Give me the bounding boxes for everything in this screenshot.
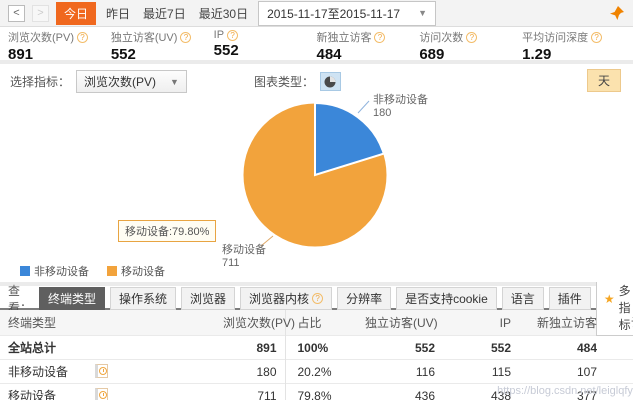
stat-ip: IP? 552 <box>214 29 317 60</box>
stat-label: 独立访客(UV) <box>111 29 178 45</box>
col-uv[interactable]: 独立访客(UV) <box>357 310 443 336</box>
stat-new-uv: 新独立访客? 484 <box>316 29 419 60</box>
callout-line-non-mobile <box>358 101 369 113</box>
tab-plugin[interactable]: 插件 <box>549 287 591 310</box>
chart-panel: 选择指标： 浏览次数(PV) ▼ 图表类型： 天 非移动设备 180 移动设备 … <box>0 64 633 282</box>
stat-label: 访问次数 <box>419 29 463 45</box>
table-row-total: 全站总计 891 100% 552 552 484 689 1.29 <box>0 336 633 360</box>
tab-terminal-type[interactable]: 终端类型 <box>39 287 105 310</box>
stat-value: 1.29 <box>522 46 625 63</box>
star-icon: ★ <box>604 292 615 306</box>
stat-label: 浏览次数(PV) <box>8 29 74 45</box>
stat-pv: 浏览次数(PV)? 891 <box>8 29 111 60</box>
row-name: 移动设备 <box>0 384 215 400</box>
pie-value-mobile: 711 <box>222 257 240 269</box>
next-date-button[interactable]: > <box>32 5 49 22</box>
tab-cookie-support[interactable]: 是否支持cookie <box>396 287 497 310</box>
stat-depth: 平均访问深度? 1.29 <box>522 29 625 60</box>
col-ip[interactable]: IP <box>443 310 519 336</box>
stat-value: 552 <box>111 46 214 63</box>
pin-icon[interactable] <box>609 5 625 21</box>
col-new-uv[interactable]: 新独立访客 <box>519 310 605 336</box>
legend-swatch-orange <box>107 266 117 276</box>
pie-label-mobile: 移动设备 <box>222 242 266 256</box>
analytics-dashboard: { "date_bar": { "prev_label": "<", "next… <box>0 0 633 400</box>
dimension-tabs: 查看： 终端类型 操作系统 浏览器 浏览器内核? 分辨率 是否支持cookie … <box>0 286 633 310</box>
chevron-down-icon: ▼ <box>418 8 427 18</box>
stat-label: IP <box>214 29 224 41</box>
col-terminal-type[interactable]: 终端类型 <box>0 310 215 336</box>
tab-resolution[interactable]: 分辨率 <box>337 287 391 310</box>
tab-os[interactable]: 操作系统 <box>110 287 176 310</box>
preset-today[interactable]: 今日 <box>56 2 96 25</box>
stat-value: 689 <box>419 46 522 63</box>
stats-summary: 浏览次数(PV)? 891 独立访客(UV)? 552 IP? 552 新独立访… <box>0 27 633 60</box>
chart-legend: 非移动设备 移动设备 <box>20 263 165 279</box>
row-name: 非移动设备 <box>0 360 215 384</box>
preset-last7days[interactable]: 最近7日 <box>140 3 189 24</box>
prev-date-button[interactable]: < <box>8 5 25 22</box>
pie-value-non-mobile: 180 <box>373 107 391 119</box>
stat-value: 484 <box>316 46 419 63</box>
date-range-value: 2015-11-17至2015-11-17 <box>267 5 400 22</box>
trend-icon[interactable] <box>95 388 108 400</box>
help-icon[interactable]: ? <box>227 30 238 41</box>
legend-item-mobile[interactable]: 移动设备 <box>107 263 165 279</box>
date-range-select[interactable]: 2015-11-17至2015-11-17 ▼ <box>258 1 436 26</box>
tab-browser[interactable]: 浏览器 <box>181 287 235 310</box>
legend-swatch-blue <box>20 266 30 276</box>
help-icon[interactable]: ? <box>180 32 191 43</box>
table-header-row: 终端类型 浏览次数(PV) 占比 独立访客(UV) IP 新独立访客 访问次数 … <box>0 310 633 336</box>
col-ratio[interactable]: 占比 <box>285 310 357 336</box>
pie-label-non-mobile: 非移动设备 <box>373 92 428 106</box>
col-pv[interactable]: 浏览次数(PV) <box>215 310 285 336</box>
stat-label: 新独立访客 <box>316 29 371 45</box>
stat-value: 552 <box>214 42 317 59</box>
pie-tooltip: 移动设备:79.80% <box>118 220 216 242</box>
legend-label: 移动设备 <box>121 263 165 279</box>
preset-last30days[interactable]: 最近30日 <box>196 3 251 24</box>
help-icon[interactable]: ? <box>312 293 323 304</box>
legend-item-non-mobile[interactable]: 非移动设备 <box>20 263 89 279</box>
tab-browser-kernel[interactable]: 浏览器内核? <box>240 287 332 310</box>
stat-value: 891 <box>8 46 111 63</box>
detail-panel: 查看： 终端类型 操作系统 浏览器 浏览器内核? 分辨率 是否支持cookie … <box>0 286 633 400</box>
help-icon[interactable]: ? <box>466 32 477 43</box>
watermark: https://blog.csdn.net/leiglqfy1 <box>497 385 633 397</box>
preset-yesterday[interactable]: 昨日 <box>103 3 133 24</box>
stat-visits: 访问次数? 689 <box>419 29 522 60</box>
tab-language[interactable]: 语言 <box>502 287 544 310</box>
trend-icon[interactable] <box>95 364 108 378</box>
pie-chart[interactable]: 非移动设备 180 移动设备 711 <box>0 64 633 282</box>
stat-label: 平均访问深度 <box>522 29 588 45</box>
table-row-non-mobile: 非移动设备 180 20.2% 116 115 107 136 1.32 <box>0 360 633 384</box>
help-icon[interactable]: ? <box>77 32 88 43</box>
date-toolbar: < > 今日 昨日 最近7日 最近30日 2015-11-17至2015-11-… <box>0 0 633 27</box>
stat-uv: 独立访客(UV)? 552 <box>111 29 214 60</box>
legend-label: 非移动设备 <box>34 263 89 279</box>
row-name: 全站总计 <box>0 336 215 360</box>
help-icon[interactable]: ? <box>591 32 602 43</box>
help-icon[interactable]: ? <box>374 32 385 43</box>
